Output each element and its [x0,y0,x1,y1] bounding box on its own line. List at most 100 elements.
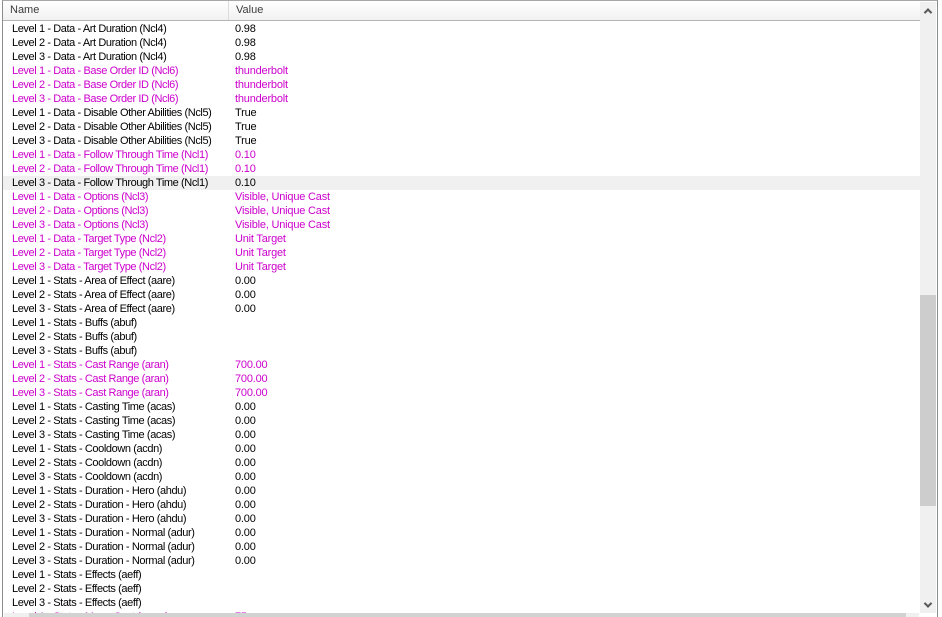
row-value: thunderbolt [235,65,288,77]
row-value: 0.10 [235,149,256,161]
row-value: 0.98 [235,37,256,49]
row-value: 0.00 [235,429,256,441]
row-name: Level 2 - Stats - Casting Time (acas) [12,415,176,427]
vertical-scrollbar[interactable] [920,2,936,613]
row-name: Level 1 - Data - Art Duration (Ncl4) [12,23,167,35]
table-row[interactable]: Level 1 - Stats - Duration - Hero (ahdu)… [3,484,920,498]
table-row[interactable]: Level 2 - Data - Art Duration (Ncl4) 0.98 [3,36,920,50]
table-row[interactable]: Level 1 - Stats - Casting Time (acas) 0.0… [3,400,920,414]
row-name: Level 1 - Data - Follow Through Time (Nc… [12,149,208,161]
row-value: 0.00 [235,275,256,287]
table-row[interactable]: Level 2 - Stats - Duration - Hero (ahdu)… [3,498,920,512]
row-name: Level 3 - Stats - Area of Effect (aare) [12,303,175,315]
table-row[interactable]: Level 3 - Stats - Cooldown (acdn) 0.00 [3,470,920,484]
row-value: Unit Target [235,233,286,245]
table-row[interactable]: Level 2 - Stats - Casting Time (acas) 0.0… [3,414,920,428]
table-row[interactable]: Level 3 - Data - Follow Through Time (Nc… [3,176,920,190]
row-value [229,330,920,344]
row-value: 0.00 [235,289,256,301]
row-name: Level 2 - Data - Art Duration (Ncl4) [12,37,167,49]
scroll-up-button[interactable] [920,2,936,19]
column-header-row: Name Value [3,1,920,21]
row-value: 0.00 [235,541,256,553]
row-value: 0.00 [235,415,256,427]
horizontal-scrollbar[interactable] [4,613,919,617]
table-row[interactable]: Level 2 - Stats - Duration - Normal (adu… [3,540,920,554]
table-row[interactable]: Level 2 - Data - Options (Ncl3) Visible, … [3,204,920,218]
table-row[interactable]: Level 2 - Data - Follow Through Time (Nc… [3,162,920,176]
horizontal-scrollbar-thumb[interactable] [29,613,906,617]
table-row[interactable]: Level 1 - Stats - Cast Range (aran) 700.0… [3,358,920,372]
row-value: 700.00 [235,373,268,385]
row-name: Level 3 - Stats - Cooldown (acdn) [12,471,163,483]
table-row[interactable]: Level 3 - Stats - Duration - Normal (adu… [3,554,920,568]
row-value: 0.00 [235,303,256,315]
table-row[interactable]: Level 1 - Stats - Cooldown (acdn) 0.00 [3,442,920,456]
scroll-down-button[interactable] [920,596,936,613]
row-name: Level 3 - Data - Art Duration (Ncl4) [12,51,167,63]
vertical-scrollbar-thumb[interactable] [920,295,936,506]
row-name: Level 2 - Stats - Duration - Hero (ahdu) [12,499,187,511]
table-row[interactable]: Level 3 - Stats - Effects (aeff) [3,596,920,610]
row-name: Level 2 - Data - Target Type (Ncl2) [12,247,166,259]
table-row[interactable]: Level 1 - Stats - Buffs (abuf) [3,316,920,330]
table-row[interactable]: Level 3 - Stats - Duration - Hero (ahdu)… [3,512,920,526]
row-value: 700.00 [235,387,268,399]
table-row[interactable]: Level 2 - Data - Base Order ID (Ncl6) thu… [3,78,920,92]
row-name: Level 1 - Stats - Cooldown (acdn) [12,443,163,455]
row-name: Level 3 - Stats - Casting Time (acas) [12,429,176,441]
chevron-up-icon [923,7,933,17]
table-row[interactable]: Level 2 - Stats - Effects (aeff) [3,582,920,596]
row-value [229,316,920,330]
table-row[interactable]: Level 1 - Data - Follow Through Time (Nc… [3,148,920,162]
table-row[interactable]: Level 3 - Data - Target Type (Ncl2) Unit … [3,260,920,274]
row-name: Level 2 - Data - Base Order ID (Ncl6) [12,79,179,91]
row-name: Level 2 - Stats - Cooldown (acdn) [12,457,163,469]
table-row[interactable]: Level 1 - Data - Target Type (Ncl2) Unit … [3,232,920,246]
row-value: Unit Target [235,247,286,259]
row-name: Level 3 - Data - Options (Ncl3) [12,219,149,231]
table-row[interactable]: Level 1 - Data - Disable Other Abilities… [3,106,920,120]
row-value [229,568,920,582]
table-row[interactable]: Level 1 - Data - Options (Ncl3) Visible, … [3,190,920,204]
table-row[interactable]: Level 1 - Data - Base Order ID (Ncl6) thu… [3,64,920,78]
table-row[interactable]: Level 1 - Stats - Effects (aeff) [3,568,920,582]
column-header-name[interactable]: Name [3,1,229,20]
table-row[interactable]: Level 2 - Stats - Buffs (abuf) [3,330,920,344]
row-name: Level 2 - Stats - Area of Effect (aare) [12,289,175,301]
row-name: Level 1 - Stats - Casting Time (acas) [12,401,176,413]
table-row[interactable]: Level 3 - Stats - Area of Effect (aare) 0… [3,302,920,316]
row-name: Level 2 - Stats - Effects (aeff) [12,583,142,595]
row-value [229,596,920,610]
row-name: Level 2 - Data - Disable Other Abilities… [12,121,212,133]
row-value [229,344,920,358]
row-value: 0.98 [235,23,256,35]
table-row[interactable]: Level 3 - Data - Options (Ncl3) Visible, … [3,218,920,232]
row-name: Level 2 - Data - Follow Through Time (Nc… [12,163,208,175]
row-value: 0.00 [235,555,256,567]
table-row[interactable]: Level 3 - Stats - Casting Time (acas) 0.0… [3,428,920,442]
table-row[interactable]: Level 1 - Stats - Duration - Normal (adu… [3,526,920,540]
row-name: Level 3 - Stats - Duration - Hero (ahdu) [12,513,187,525]
row-name: Level 3 - Stats - Cast Range (aran) [12,387,169,399]
table-row[interactable]: Level 2 - Stats - Cast Range (aran) 700.0… [3,372,920,386]
row-name: Level 1 - Data - Disable Other Abilities… [12,107,212,119]
table-row[interactable]: Level 3 - Data - Base Order ID (Ncl6) thu… [3,92,920,106]
table-row[interactable]: Level 3 - Data - Art Duration (Ncl4) 0.98 [3,50,920,64]
row-value: 0.00 [235,513,256,525]
column-header-value[interactable]: Value [229,1,920,20]
table-row[interactable]: Level 3 - Data - Disable Other Abilities… [3,134,920,148]
row-name: Level 1 - Stats - Duration - Normal (adu… [12,527,195,539]
table-row[interactable]: Level 3 - Stats - Cast Range (aran) 700.0… [3,386,920,400]
table-row[interactable]: Level 2 - Stats - Cooldown (acdn) 0.00 [3,456,920,470]
table-row[interactable]: Level 1 - Stats - Area of Effect (aare) 0… [3,274,920,288]
table-row[interactable]: Level 3 - Stats - Buffs (abuf) [3,344,920,358]
table-row[interactable]: Level 2 - Data - Target Type (Ncl2) Unit … [3,246,920,260]
table-row[interactable]: Level 1 - Data - Art Duration (Ncl4) 0.98 [3,22,920,36]
table-row[interactable]: Level 2 - Data - Disable Other Abilities… [3,120,920,134]
row-value: 0.00 [235,485,256,497]
row-name: Level 1 - Stats - Effects (aeff) [12,569,142,581]
table-row[interactable]: Level 2 - Stats - Area of Effect (aare) 0… [3,288,920,302]
row-value: 0.00 [235,401,256,413]
row-value: Visible, Unique Cast [235,205,330,217]
